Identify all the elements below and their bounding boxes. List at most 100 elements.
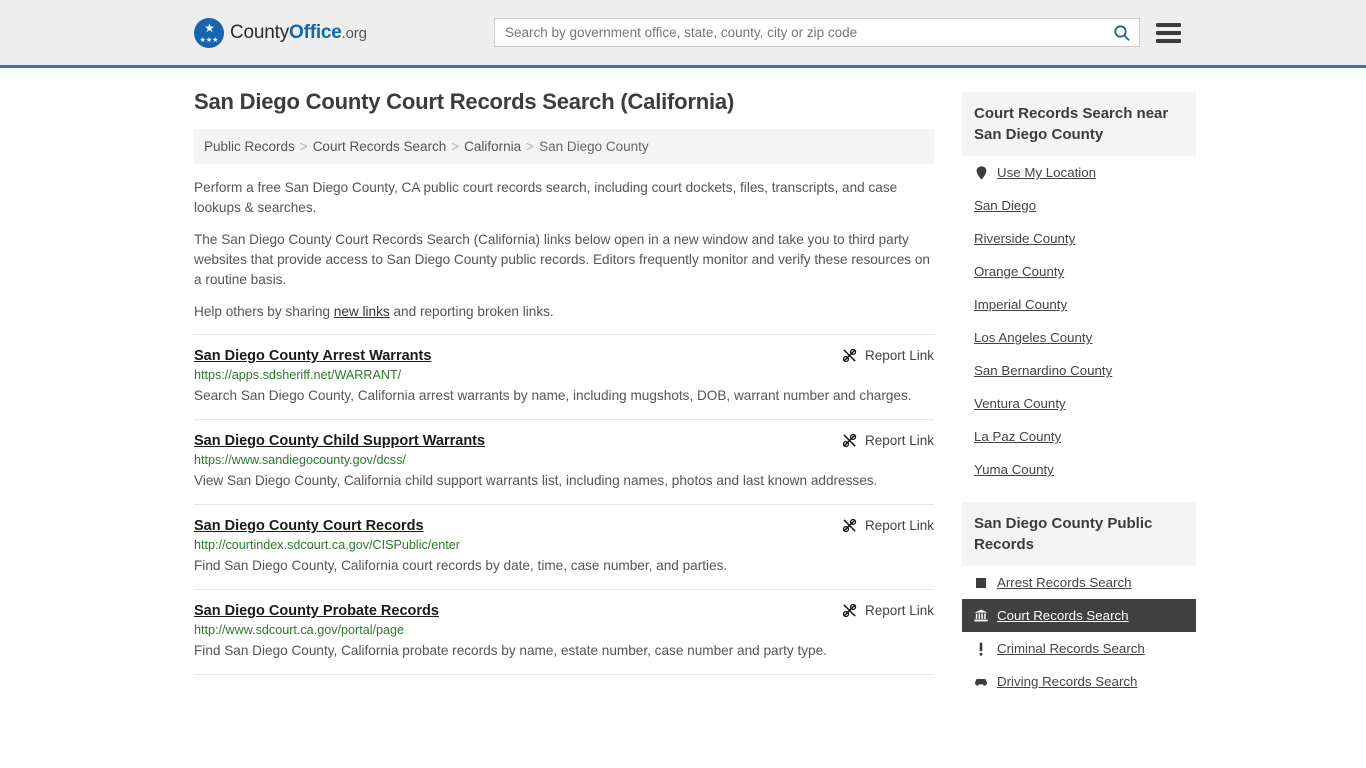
- car-icon: [974, 674, 988, 689]
- exclamation-icon: [974, 641, 988, 656]
- sidebar-item-court-records-search[interactable]: Court Records Search: [962, 599, 1196, 632]
- sidebar-item-imperial-county[interactable]: Imperial County: [962, 288, 1196, 321]
- result-header: San Diego County Child Support Warrants …: [194, 433, 934, 449]
- broken-link-icon: [842, 603, 857, 618]
- sidebar-item-label[interactable]: La Paz County: [974, 429, 1061, 444]
- sidebar-item-la-paz-county[interactable]: La Paz County: [962, 420, 1196, 453]
- sidebar-item-san-bernardino-county[interactable]: San Bernardino County: [962, 354, 1196, 387]
- sidebar-item-use-my-location[interactable]: Use My Location: [962, 156, 1196, 189]
- site-header: ★ ★★★ CountyOffice.org: [0, 0, 1366, 68]
- handcuffs-icon: [974, 575, 988, 590]
- hamburger-bar: [1156, 30, 1181, 35]
- result-title-link[interactable]: San Diego County Child Support Warrants: [194, 433, 485, 449]
- sidebar-item-criminal-records-search[interactable]: Criminal Records Search: [962, 632, 1196, 665]
- sidebar-item-san-diego[interactable]: San Diego: [962, 189, 1196, 222]
- result-url[interactable]: http://courtindex.sdcourt.ca.gov/CISPubl…: [194, 538, 934, 552]
- report-link-label: Report Link: [864, 348, 934, 363]
- result-header: San Diego County Arrest Warrants Report …: [194, 348, 934, 364]
- sidebar-item-label[interactable]: Court Records Search: [997, 608, 1129, 623]
- sidebar-item-yuma-county[interactable]: Yuma County: [962, 453, 1196, 486]
- sidebar-item-label[interactable]: Use My Location: [997, 165, 1096, 180]
- sidebar-public-records-list: Arrest Records Search Court Records Sear…: [962, 566, 1196, 698]
- broken-link-icon: [842, 518, 857, 533]
- sidebar-item-riverside-county[interactable]: Riverside County: [962, 222, 1196, 255]
- result-list-bottom-divider: [194, 674, 934, 675]
- search-box[interactable]: [494, 18, 1140, 47]
- main-content: San Diego County Court Records Search (C…: [194, 68, 934, 704]
- sidebar-item-label[interactable]: Los Angeles County: [974, 330, 1092, 345]
- logo-text-county: County: [230, 21, 290, 43]
- result-item: San Diego County Probate Records Report …: [194, 589, 934, 674]
- sidebar-item-label[interactable]: San Bernardino County: [974, 363, 1112, 378]
- result-item: San Diego County Arrest Warrants Report …: [194, 334, 934, 419]
- result-title-link[interactable]: San Diego County Probate Records: [194, 603, 439, 619]
- result-description: Find San Diego County, California probat…: [194, 643, 827, 658]
- intro-p3-after: and reporting broken links.: [389, 304, 554, 319]
- result-title-link[interactable]: San Diego County Court Records: [194, 518, 424, 534]
- report-link-button[interactable]: Report Link: [830, 518, 934, 533]
- result-description: Find San Diego County, California court …: [194, 558, 728, 573]
- breadcrumb-separator: >: [299, 139, 308, 154]
- search-input[interactable]: [503, 24, 1113, 41]
- sidebar-item-label[interactable]: Arrest Records Search: [997, 575, 1132, 590]
- result-header: San Diego County Probate Records Report …: [194, 603, 934, 619]
- header-search-area: [494, 18, 1181, 47]
- result-description: Search San Diego County, California arre…: [194, 388, 912, 403]
- sidebar-item-label[interactable]: Riverside County: [974, 231, 1075, 246]
- breadcrumb-item-public-records[interactable]: Public Records: [204, 139, 295, 154]
- result-title-link[interactable]: San Diego County Arrest Warrants: [194, 348, 431, 364]
- sidebar-nearby-heading: Court Records Search near San Diego Coun…: [962, 92, 1196, 156]
- courthouse-icon: [974, 608, 988, 623]
- logo-text-office: Office: [289, 21, 342, 43]
- broken-link-icon: [842, 348, 857, 363]
- breadcrumb: Public Records > Court Records Search > Cali…: [194, 129, 934, 164]
- eagle-emblem-icon: ★ ★★★: [194, 17, 224, 48]
- report-link-label: Report Link: [864, 603, 934, 618]
- sidebar-item-ventura-county[interactable]: Ventura County: [962, 387, 1196, 420]
- sidebar-item-label[interactable]: Driving Records Search: [997, 674, 1137, 689]
- sidebar-item-arrest-records-search[interactable]: Arrest Records Search: [962, 566, 1196, 599]
- intro-paragraph-2: The San Diego County Court Records Searc…: [194, 232, 930, 287]
- result-description: View San Diego County, California child …: [194, 473, 878, 488]
- intro-paragraph-3: Help others by sharing new links and rep…: [194, 302, 934, 322]
- sidebar-item-los-angeles-county[interactable]: Los Angeles County: [962, 321, 1196, 354]
- breadcrumb-item-court-records-search[interactable]: Court Records Search: [313, 139, 447, 154]
- sidebar-item-label[interactable]: Criminal Records Search: [997, 641, 1145, 656]
- breadcrumb-separator: >: [526, 139, 535, 154]
- result-url[interactable]: https://www.sandiegocounty.gov/dcss/: [194, 453, 934, 467]
- breadcrumb-item-california[interactable]: California: [464, 139, 521, 154]
- intro-text: Perform a free San Diego County, CA publ…: [194, 178, 934, 322]
- report-link-label: Report Link: [864, 518, 934, 533]
- breadcrumb-item-san-diego-county: San Diego County: [539, 139, 649, 154]
- sidebar-nearby-list: Use My Location San Diego Riverside Coun…: [962, 156, 1196, 486]
- sidebar-item-label[interactable]: Orange County: [974, 264, 1064, 279]
- intro-p3-before: Help others by sharing: [194, 304, 334, 319]
- search-icon[interactable]: [1113, 24, 1131, 42]
- sidebar-item-label[interactable]: Yuma County: [974, 462, 1054, 477]
- report-link-button[interactable]: Report Link: [830, 348, 934, 363]
- result-url[interactable]: https://apps.sdsheriff.net/WARRANT/: [194, 368, 934, 382]
- result-item: San Diego County Child Support Warrants …: [194, 419, 934, 504]
- sidebar-item-label[interactable]: San Diego: [974, 198, 1036, 213]
- broken-link-icon: [842, 433, 857, 448]
- sidebar-item-label[interactable]: Imperial County: [974, 297, 1067, 312]
- logo-text: CountyOffice.org: [230, 22, 367, 44]
- report-link-button[interactable]: Report Link: [830, 433, 934, 448]
- page-title: San Diego County Court Records Search (C…: [194, 89, 735, 114]
- site-logo[interactable]: ★ ★★★ CountyOffice.org: [194, 17, 367, 48]
- new-links-link[interactable]: new links: [334, 304, 390, 319]
- result-item: San Diego County Court Records Report Li…: [194, 504, 934, 589]
- page-body: San Diego County Court Records Search (C…: [0, 68, 1366, 704]
- sidebar-item-driving-records-search[interactable]: Driving Records Search: [962, 665, 1196, 698]
- hamburger-bar: [1156, 38, 1181, 43]
- hamburger-menu-icon[interactable]: [1156, 22, 1181, 43]
- sidebar-item-orange-county[interactable]: Orange County: [962, 255, 1196, 288]
- map-pin-icon: [974, 165, 988, 180]
- sidebar-item-label[interactable]: Ventura County: [974, 396, 1066, 411]
- result-header: San Diego County Court Records Report Li…: [194, 518, 934, 534]
- result-url[interactable]: http://www.sdcourt.ca.gov/portal/page: [194, 623, 934, 637]
- sidebar-nearby-card: Court Records Search near San Diego Coun…: [962, 92, 1196, 486]
- report-link-button[interactable]: Report Link: [830, 603, 934, 618]
- logo-text-tld: .org: [341, 24, 367, 42]
